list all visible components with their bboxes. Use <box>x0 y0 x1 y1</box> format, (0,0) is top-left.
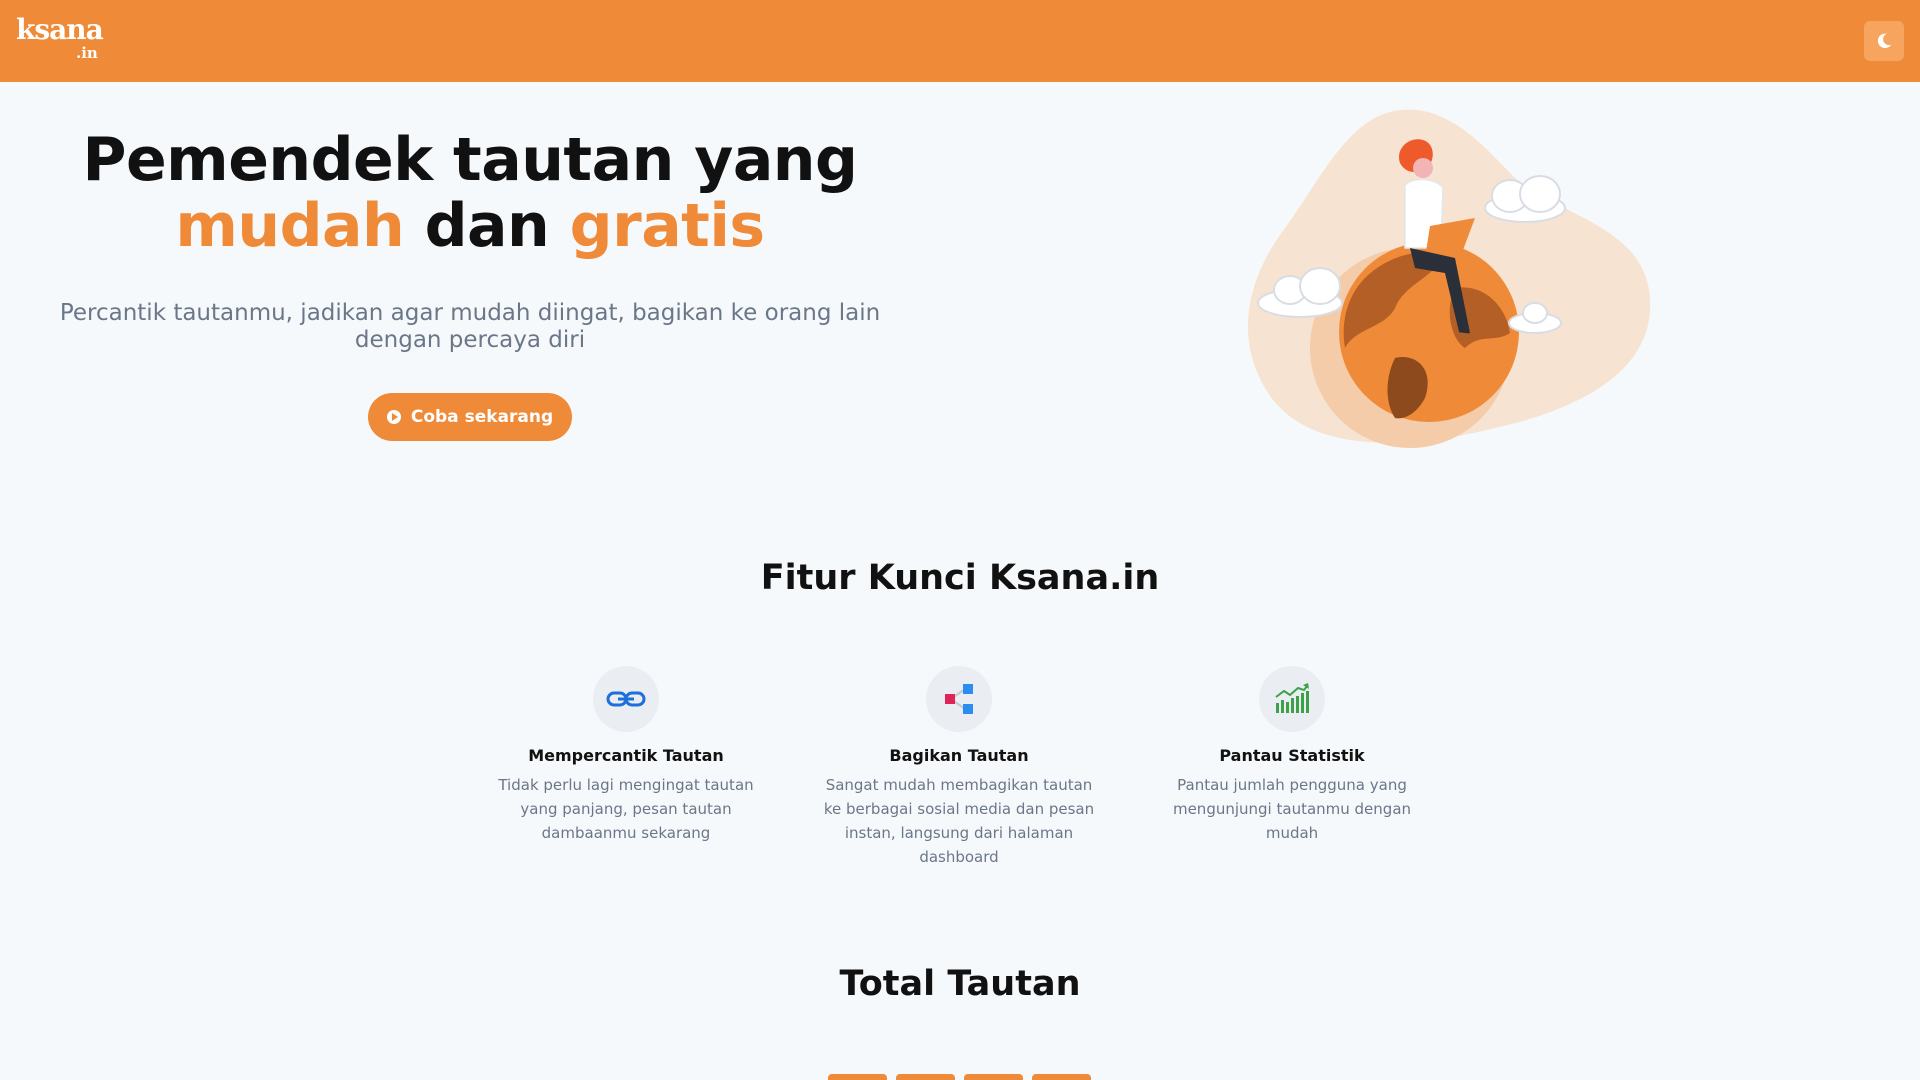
try-now-button[interactable]: Coba sekarang <box>368 393 572 441</box>
feature-icon-wrap <box>926 666 992 732</box>
counter-digit <box>964 1074 1023 1080</box>
logo-main-text: ksana <box>16 13 104 46</box>
hero-title-accent-2: gratis <box>569 191 766 261</box>
feature-title: Mempercantik Tautan <box>528 746 724 765</box>
moon-icon <box>1877 33 1892 49</box>
total-links-title: Total Tautan <box>839 964 1081 1004</box>
feature-title: Bagikan Tautan <box>889 746 1029 765</box>
feature-description: Pantau jumlah pengguna yang mengunjungi … <box>1172 776 1412 842</box>
counter-digit <box>896 1074 955 1080</box>
features-title: Fitur Kunci Ksana.in <box>760 558 1160 598</box>
hero-title: Pemendek tautan yang mudah dan gratis <box>40 127 900 259</box>
logo[interactable]: ksana .in <box>16 13 104 61</box>
total-links-counter <box>828 1074 1091 1080</box>
feature-card-beautify: Mempercantik Tautan Tidak perlu lagi men… <box>486 666 766 845</box>
hero-title-line1: Pemendek tautan yang <box>82 125 858 195</box>
link-icon <box>606 691 646 707</box>
try-now-label: Coba sekarang <box>410 407 554 427</box>
feature-description: Tidak perlu lagi mengingat tautan yang p… <box>498 776 754 842</box>
feature-card-share: Bagikan Tautan Sangat mudah membagikan t… <box>819 666 1099 869</box>
hero-illustration <box>1247 109 1651 448</box>
counter-digit <box>828 1074 887 1080</box>
chart-icon <box>1275 683 1309 713</box>
counter-digit <box>1032 1074 1091 1080</box>
hero-title-connector: dan <box>424 191 550 261</box>
navbar: ksana .in <box>0 0 1920 82</box>
feature-description: Sangat mudah membagikan tautan ke berbag… <box>823 776 1095 866</box>
share-icon <box>945 684 973 714</box>
logo-sub-text: .in <box>76 44 98 62</box>
feature-icon-wrap <box>593 666 659 732</box>
features-grid: Mempercantik Tautan Tidak perlu lagi men… <box>486 666 1486 876</box>
feature-card-stats: Pantau Statistik Pantau jumlah pengguna … <box>1152 666 1432 845</box>
theme-toggle-button[interactable] <box>1864 21 1904 61</box>
feature-icon-wrap <box>1259 666 1325 732</box>
feature-title: Pantau Statistik <box>1219 746 1365 765</box>
hero-title-accent-1: mudah <box>175 191 405 261</box>
hero-subtitle: Percantik tautanmu, jadikan agar mudah d… <box>59 300 881 353</box>
play-circle-icon <box>386 410 401 424</box>
